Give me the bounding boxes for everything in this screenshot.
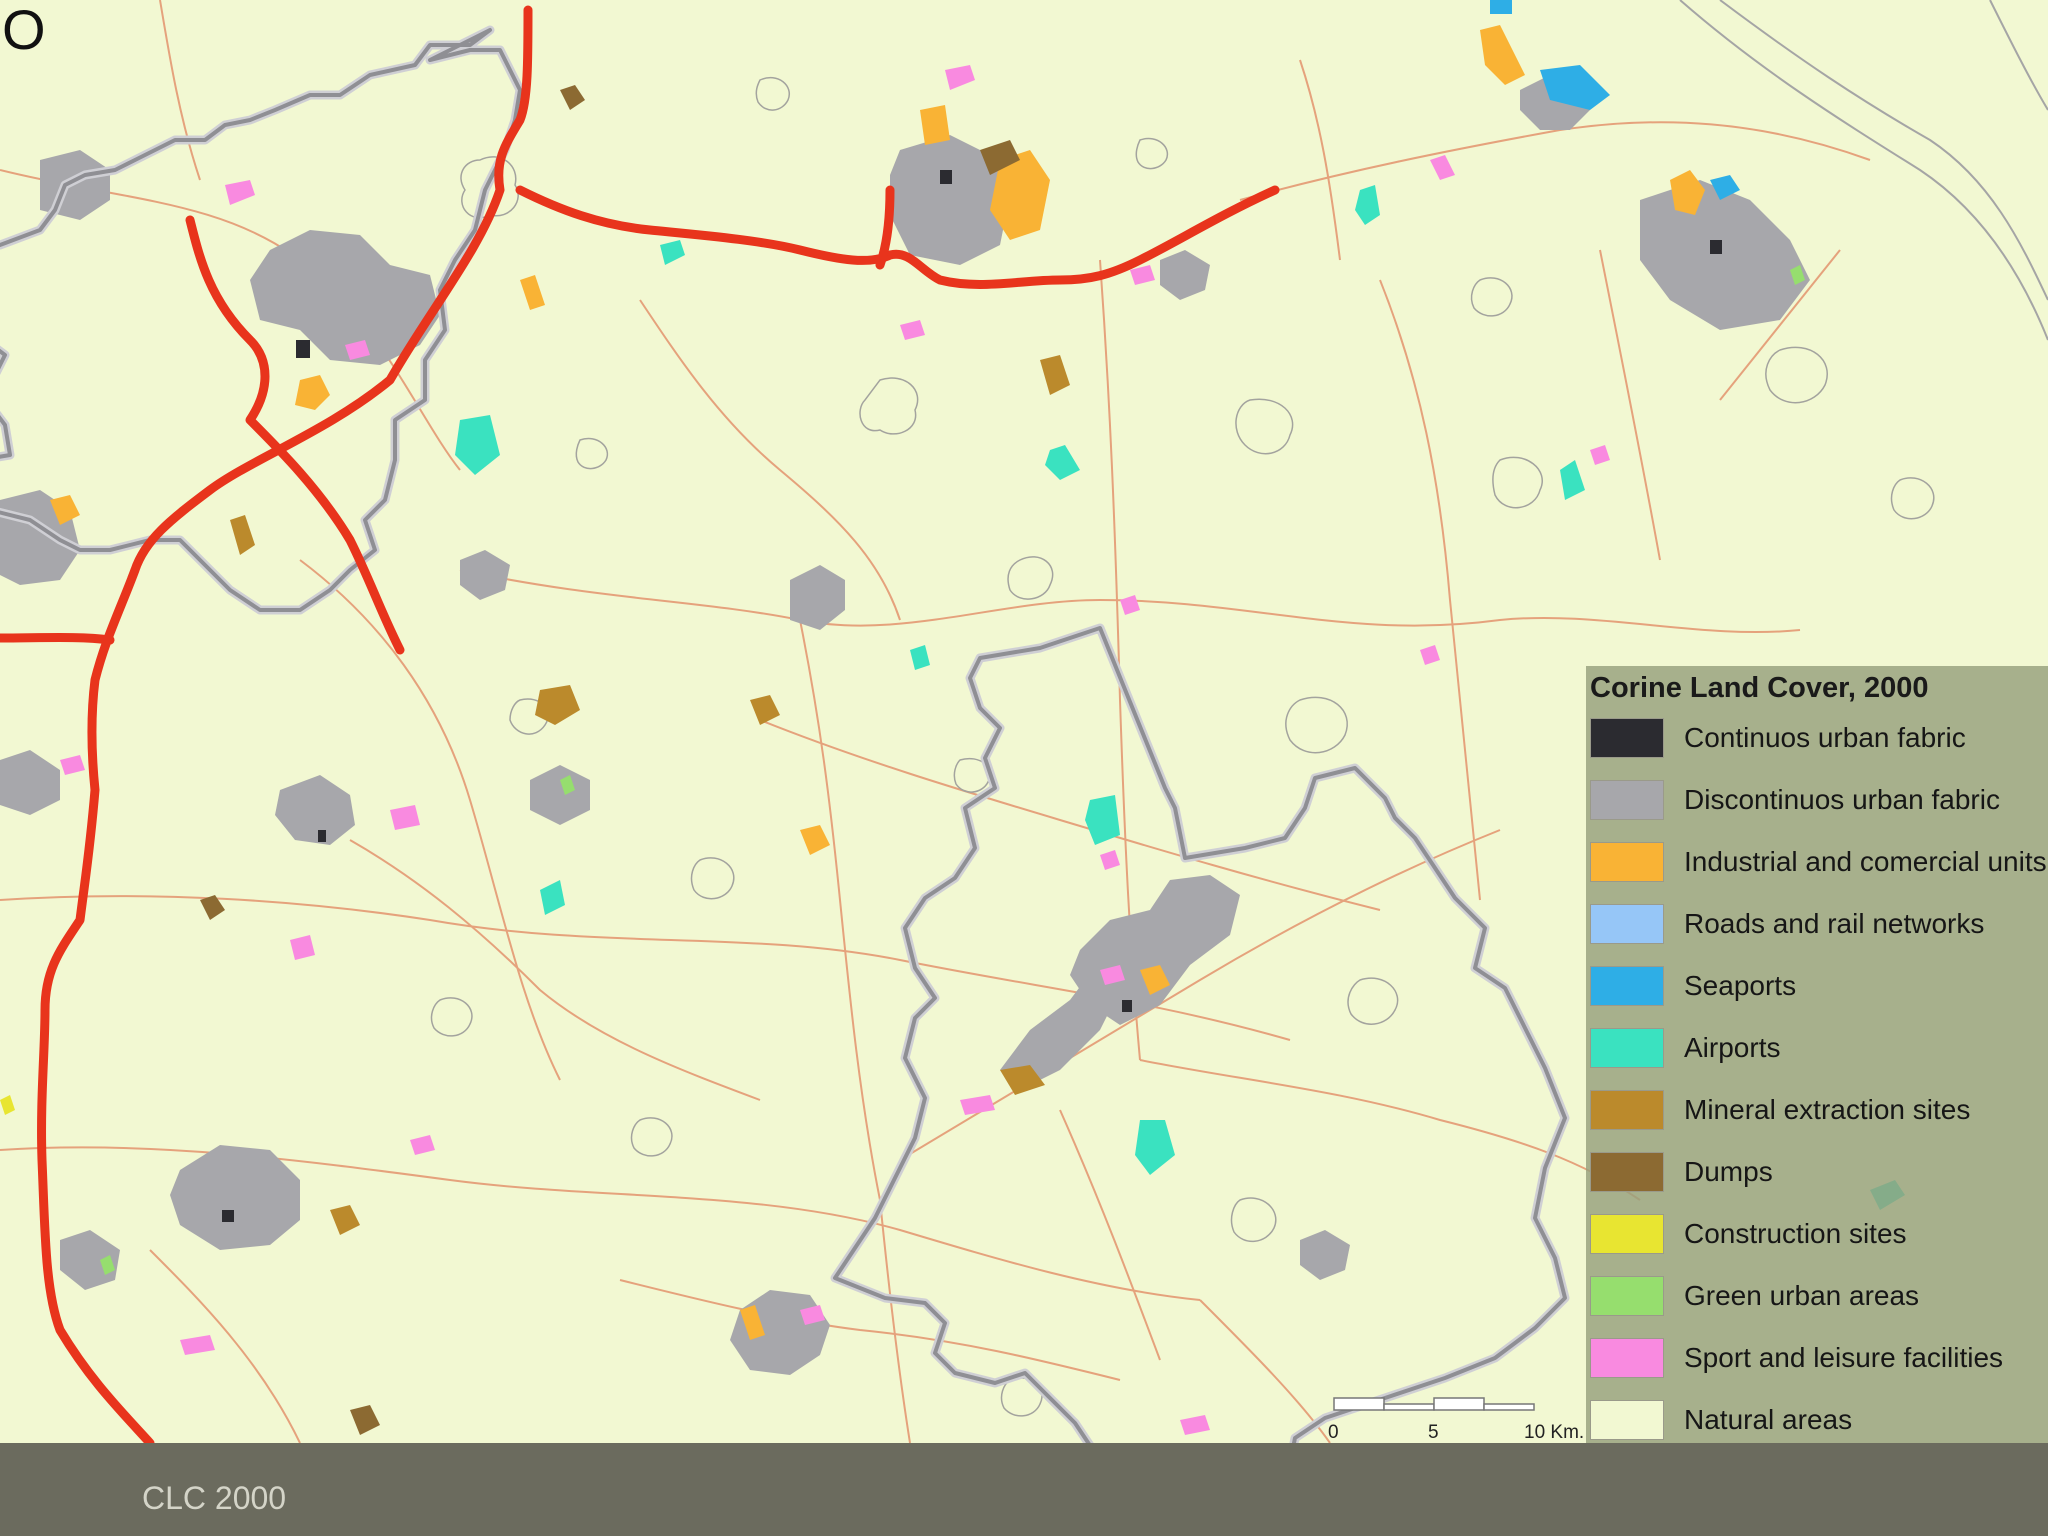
legend-label: Industrial and comercial units	[1684, 846, 2047, 877]
legend-label: Green urban areas	[1684, 1280, 1920, 1311]
legend-title: Corine Land Cover, 2000	[1590, 672, 1929, 704]
legend-item-seaports: Seaports	[1590, 966, 2048, 1010]
legend-item-construction: Construction sites	[1590, 1214, 2048, 1258]
legend-item-green-urban: Green urban areas	[1590, 1276, 2048, 1320]
legend-swatch	[1590, 842, 1664, 882]
legend-swatch	[1590, 1400, 1664, 1440]
legend-item-industrial: Industrial and comercial units	[1590, 842, 2048, 886]
legend-swatch	[1590, 1338, 1664, 1378]
legend-label: Natural areas	[1684, 1404, 1853, 1435]
legend-swatch	[1590, 1152, 1664, 1192]
footer-caption: CLC 2000	[142, 1480, 287, 1516]
legend-swatch	[1590, 1276, 1664, 1316]
map-canvas[interactable]: O Corine Land Cover, 2000 Continuos urba…	[0, 0, 2048, 1443]
legend-swatch	[1590, 780, 1664, 820]
legend: Corine Land Cover, 2000 Continuos urban …	[1586, 666, 2048, 1443]
legend-item-natural-areas: Natural areas	[1590, 1400, 2048, 1443]
legend-swatch	[1590, 1028, 1664, 1068]
legend-item-mineral-extraction: Mineral extraction sites	[1590, 1090, 2048, 1134]
scale-label-0: 0	[1328, 1422, 1339, 1443]
legend-label: Dumps	[1684, 1156, 1773, 1187]
corner-label: O	[2, 0, 46, 61]
legend-label: Roads and rail networks	[1684, 908, 1985, 939]
legend-swatch	[1590, 966, 1664, 1006]
legend-item-airports: Airports	[1590, 1028, 2048, 1072]
legend-swatch	[1590, 718, 1664, 758]
legend-swatch	[1590, 904, 1664, 944]
legend-swatch	[1590, 1090, 1664, 1130]
legend-label: Continuos urban fabric	[1684, 722, 1966, 753]
legend-item-continuous-urban: Continuos urban fabric	[1590, 718, 2048, 762]
legend-swatch	[1590, 1214, 1664, 1254]
legend-item-sport-leisure: Sport and leisure facilities	[1590, 1338, 2048, 1382]
legend-label: Sport and leisure facilities	[1684, 1342, 2004, 1373]
legend-item-discontinuous-urban: Discontinuos urban fabric	[1590, 780, 2048, 824]
legend-label: Construction sites	[1684, 1218, 1907, 1249]
legend-label: Airports	[1684, 1032, 1781, 1063]
legend-label: Seaports	[1684, 970, 1797, 1001]
footer-bar: CLC 2000	[0, 1443, 2048, 1536]
legend-label: Mineral extraction sites	[1684, 1094, 1971, 1125]
legend-item-dumps: Dumps	[1590, 1152, 2048, 1196]
scale-bar: 0 5 10 Km.	[1320, 1396, 1590, 1443]
legend-label: Discontinuos urban fabric	[1684, 784, 2000, 815]
legend-item-roads-rail: Roads and rail networks	[1590, 904, 2048, 948]
scale-label-10: 10 Km.	[1524, 1422, 1585, 1443]
scale-label-5: 5	[1428, 1422, 1439, 1443]
